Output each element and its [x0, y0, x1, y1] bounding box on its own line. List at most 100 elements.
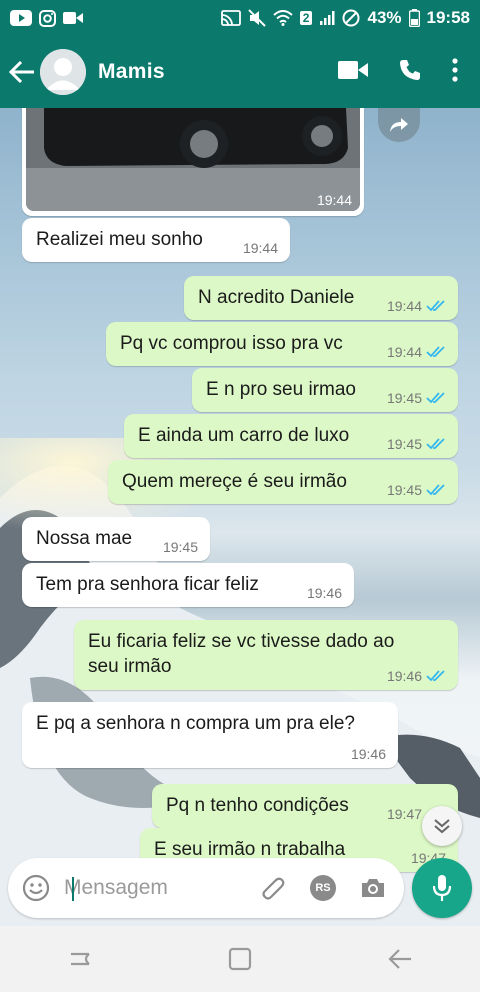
chat-header: Mamis: [0, 36, 480, 108]
image-message[interactable]: 19:44: [22, 108, 364, 216]
message-text: E pq a senhora n compra um pra ele?: [36, 713, 355, 734]
message-text: Tem pra senhora ficar feliz: [36, 574, 259, 595]
header-actions: [338, 57, 458, 87]
message-text: N acredito Daniele: [198, 287, 355, 308]
avatar[interactable]: [40, 49, 86, 95]
compose-bar: RS: [0, 852, 480, 926]
forward-icon: [390, 118, 408, 132]
compose-box: RS: [8, 858, 404, 918]
message-text-line2: seu irmão: [88, 656, 172, 677]
message-text: Pq n tenho condições: [166, 795, 349, 816]
time-label: 19:46: [350, 746, 386, 762]
time-label: 19:45: [386, 436, 422, 452]
scroll-to-bottom-button[interactable]: [422, 806, 462, 846]
video-call-button[interactable]: [338, 60, 368, 85]
attach-icon[interactable]: [260, 875, 286, 901]
message-meta: 19:46: [387, 668, 446, 684]
video-call-icon: [338, 60, 368, 79]
message-incoming[interactable]: E pq a senhora n compra um pra ele? 19:4…: [22, 702, 398, 768]
read-ticks-icon: [426, 346, 445, 358]
home-square-icon: [228, 947, 252, 971]
time-label: 19:47: [386, 806, 422, 822]
emoji-icon[interactable]: [22, 874, 50, 902]
message-incoming[interactable]: Realizei meu sonho 19:44: [22, 218, 290, 262]
more-vert-icon: [452, 57, 458, 82]
message-meta: 19:44: [387, 344, 446, 360]
clock: 19:58: [426, 8, 470, 27]
time-label: 19:46: [386, 668, 422, 684]
back-button[interactable]: [4, 36, 40, 108]
time-label: 19:45: [162, 539, 198, 555]
time-label: 19:44: [386, 298, 422, 314]
read-ticks-icon: [426, 392, 445, 404]
message-text: Quem mereçe é seu irmão: [122, 471, 347, 492]
more-options-button[interactable]: [452, 57, 458, 87]
contact-name[interactable]: Mamis: [98, 60, 165, 84]
home-button[interactable]: [210, 934, 270, 984]
microphone-icon: [432, 875, 452, 901]
chat-area[interactable]: 19:44 Realizei meu sonho 19:44 N acredit…: [0, 108, 480, 926]
message-time: 19:46: [307, 585, 342, 601]
message-meta: 19:45: [387, 436, 446, 452]
text-caret: [72, 877, 74, 901]
time-label: 19:44: [242, 240, 278, 256]
time-label: 19:44: [386, 344, 422, 360]
battery-percent: 43%: [367, 8, 402, 27]
camera-icon[interactable]: [360, 877, 386, 899]
compose-actions: RS: [260, 875, 386, 901]
signal-icon: [319, 10, 335, 26]
message-outgoing[interactable]: Eu ficaria feliz se vc tivesse dado ao s…: [74, 620, 458, 690]
image-message-time: 19:44: [316, 192, 352, 208]
arrow-back-icon: [9, 61, 34, 83]
message-text: E n pro seu irmao: [206, 379, 356, 400]
message-outgoing[interactable]: Pq vc comprou isso pra vc 19:44: [106, 322, 458, 366]
call-icon: [400, 59, 420, 80]
mute-icon: [248, 9, 266, 27]
forward-button[interactable]: [378, 108, 420, 142]
message-time: 19:46: [351, 746, 386, 762]
message-text: Pq vc comprou isso pra vc: [120, 333, 343, 354]
double-chevron-down-icon: [434, 819, 450, 834]
message-meta: 19:45: [387, 482, 446, 498]
battery-icon: [408, 9, 420, 27]
message-text: E ainda um carro de luxo: [138, 425, 350, 446]
car-illustration: [26, 108, 360, 211]
read-ticks-icon: [426, 438, 445, 450]
mic-button[interactable]: [412, 858, 472, 918]
video-icon: [63, 11, 83, 25]
time-label: 19:45: [386, 390, 422, 406]
message-meta: 19:44: [387, 298, 446, 314]
car-photo[interactable]: [26, 108, 360, 211]
message-time: 19:45: [163, 539, 198, 555]
status-right: 2 43% 19:58: [220, 8, 470, 28]
message-input[interactable]: [64, 876, 224, 900]
message-incoming[interactable]: Tem pra senhora ficar feliz 19:46: [22, 563, 354, 607]
message-meta: 19:45: [387, 390, 446, 406]
sim-slot-label: 2: [299, 11, 313, 25]
status-bar: 2 43% 19:58: [0, 0, 480, 36]
message-outgoing[interactable]: E n pro seu irmao 19:45: [192, 368, 458, 412]
message-text: Eu ficaria feliz se vc tivesse dado ao: [88, 631, 395, 652]
message-text: Nossa mae: [36, 528, 133, 549]
youtube-icon: [10, 10, 32, 26]
currency-badge[interactable]: RS: [310, 875, 336, 901]
message-outgoing[interactable]: Pq n tenho condições 19:47: [152, 784, 458, 828]
instagram-icon: [39, 9, 56, 27]
message-text: Realizei meu sonho: [36, 229, 203, 250]
voice-call-button[interactable]: [398, 58, 422, 87]
system-nav-bar: [0, 926, 480, 992]
back-nav-button[interactable]: [370, 934, 430, 984]
read-ticks-icon: [426, 484, 445, 496]
message-incoming[interactable]: Nossa mae 19:45: [22, 517, 210, 561]
time-label: 19:46: [306, 585, 342, 601]
recents-button[interactable]: [50, 934, 110, 984]
message-outgoing[interactable]: E ainda um carro de luxo 19:45: [124, 414, 458, 458]
sim-slot-badge: 2: [299, 11, 313, 25]
default-avatar-icon: [40, 49, 86, 95]
status-left: [10, 9, 83, 27]
time-label: 19:45: [386, 482, 422, 498]
message-outgoing[interactable]: Quem mereçe é seu irmão 19:45: [108, 460, 458, 504]
recents-icon: [71, 952, 90, 966]
message-time: 19:44: [243, 240, 278, 256]
message-outgoing[interactable]: N acredito Daniele 19:44: [184, 276, 458, 320]
